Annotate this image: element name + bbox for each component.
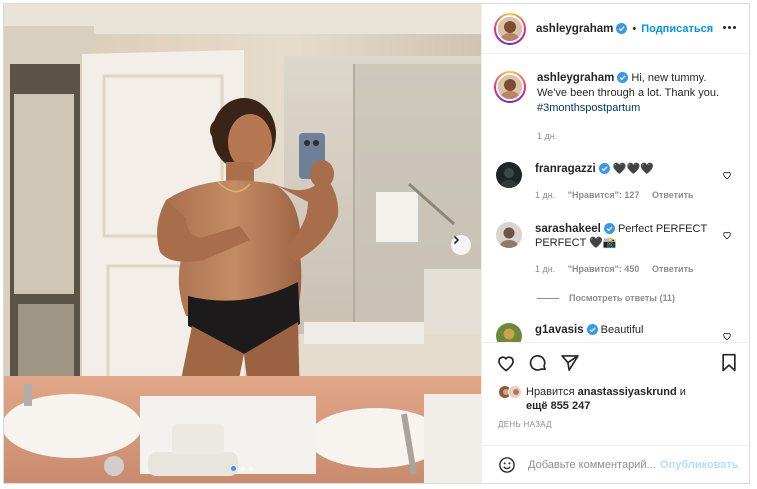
comment-text: 🖤🖤🖤 xyxy=(612,163,654,175)
carousel-dot-active xyxy=(231,466,236,471)
add-comment-bar: Опубликовать xyxy=(482,445,749,483)
comment-likes-link[interactable]: "Нравится": 127 xyxy=(568,190,640,200)
commenter-username-link[interactable]: sarashakeel xyxy=(535,223,601,235)
heart-icon[interactable] xyxy=(722,230,732,240)
comment-time: 1 дн. xyxy=(535,264,556,274)
post-sidebar: ashleygraham • Подписаться ashleygraham … xyxy=(481,4,749,483)
author-avatar[interactable] xyxy=(494,12,526,45)
post-header: ashleygraham • Подписаться xyxy=(482,4,749,54)
commenter-username-link[interactable]: franragazzi xyxy=(535,163,596,175)
verified-badge-icon xyxy=(598,163,610,174)
comment-meta: 1 дн. "Нравится": 127 Ответить xyxy=(535,190,704,200)
verified-badge-icon xyxy=(616,23,628,34)
comments-list[interactable]: ashleygraham Hi, new tummy. We've been t… xyxy=(482,55,749,342)
likes-text: Нравится anastassiyaskrund и ещё 855 247 xyxy=(526,385,686,413)
comment-body: sarashakeel Perfect PERFECT PERFECT 🖤📸 xyxy=(535,222,715,250)
post-photo[interactable] xyxy=(4,4,481,483)
verified-badge-icon xyxy=(586,324,598,335)
paper-plane-icon[interactable] xyxy=(560,353,580,373)
view-replies-label: Посмотреть ответы (11) xyxy=(569,293,675,303)
caption-text: ashleygraham Hi, new tummy. We've been t… xyxy=(537,71,737,116)
caption-username-link[interactable]: ashleygraham xyxy=(537,72,614,84)
commenter-avatar[interactable] xyxy=(496,323,522,342)
comment-text: Beautiful xyxy=(600,324,644,336)
author-username-link[interactable]: ashleygraham xyxy=(536,23,613,35)
chevron-right-icon xyxy=(453,235,460,245)
likes-summary: Нравится anastassiyaskrund и ещё 855 247 xyxy=(498,385,738,413)
heart-icon[interactable] xyxy=(722,170,732,180)
avatar-image xyxy=(496,323,522,342)
caption: ashleygraham Hi, new tummy. We've been t… xyxy=(494,71,744,116)
comment-reply-button[interactable]: Ответить xyxy=(652,264,694,274)
verified-badge-icon xyxy=(617,72,629,83)
heart-icon[interactable] xyxy=(496,353,516,373)
action-bar xyxy=(482,342,749,380)
caption-timestamp: 1 дн. xyxy=(537,131,558,141)
comment-icon[interactable] xyxy=(528,353,548,373)
heart-icon[interactable] xyxy=(722,331,732,341)
caption-avatar[interactable] xyxy=(494,71,526,103)
caption-hashtag-link[interactable]: #3monthspostpartum xyxy=(537,102,640,114)
comment-item: franragazzi 🖤🖤🖤 1 дн. "Нравится": 127 От… xyxy=(494,162,744,212)
comment-body: franragazzi 🖤🖤🖤 xyxy=(535,162,715,176)
bathroom-mirror-selfie-image xyxy=(4,4,481,483)
commenter-username-link[interactable]: g1avasis xyxy=(535,324,584,336)
comment-reply-button[interactable]: Ответить xyxy=(652,190,694,200)
comment-time: 1 дн. xyxy=(535,190,556,200)
more-dots-icon[interactable] xyxy=(723,26,736,29)
header-separator: • xyxy=(632,22,637,35)
smiley-icon[interactable] xyxy=(498,456,516,474)
carousel-dots xyxy=(4,466,481,471)
avatar-image xyxy=(496,222,522,248)
commenter-avatar[interactable] xyxy=(496,222,522,248)
publish-button[interactable]: Опубликовать xyxy=(660,459,739,471)
avatar-image xyxy=(498,16,522,41)
commenter-avatar[interactable] xyxy=(496,162,522,188)
comment-body: g1avasis Beautiful xyxy=(535,323,715,337)
post-date: ДЕНЬ НАЗАД xyxy=(498,420,552,429)
comment-likes-link[interactable]: "Нравится": 450 xyxy=(568,264,640,274)
comment-item: g1avasis Beautiful xyxy=(494,323,744,342)
comment-input[interactable] xyxy=(528,458,658,471)
verified-badge-icon xyxy=(603,223,615,234)
likes-count-link[interactable]: ещё 855 247 xyxy=(526,400,590,412)
view-replies-button[interactable]: Посмотреть ответы (11) xyxy=(537,293,675,303)
comment-item: sarashakeel Perfect PERFECT PERFECT 🖤📸 1… xyxy=(494,222,744,284)
likes-prefix: Нравится xyxy=(526,386,575,398)
liker-username-link[interactable]: anastassiyaskrund xyxy=(578,386,677,398)
follow-button[interactable]: Подписаться xyxy=(641,23,713,35)
page: ashleygraham • Подписаться ashleygraham … xyxy=(0,0,757,489)
next-photo-button[interactable] xyxy=(451,235,471,255)
avatar-image xyxy=(496,162,522,188)
likes-and: и xyxy=(679,386,686,398)
post-card: ashleygraham • Подписаться ashleygraham … xyxy=(3,3,750,484)
replies-divider xyxy=(537,297,559,299)
carousel-dot xyxy=(240,466,245,471)
liker-avatar[interactable] xyxy=(508,385,522,399)
carousel-dot xyxy=(249,466,254,471)
avatar-image xyxy=(509,386,521,398)
bookmark-icon[interactable] xyxy=(720,353,738,373)
avatar-image xyxy=(498,75,522,99)
comment-meta: 1 дн. "Нравится": 450 Ответить xyxy=(535,264,704,274)
